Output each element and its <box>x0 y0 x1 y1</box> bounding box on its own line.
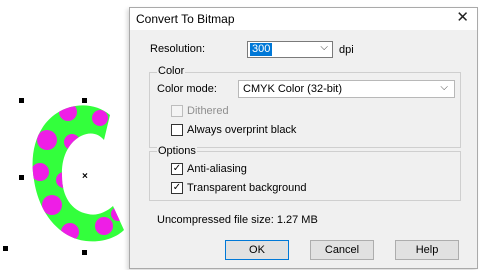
transparent-background-checkbox[interactable]: ✓ <box>171 182 183 194</box>
selection-handle-middle-left[interactable] <box>19 175 24 180</box>
color-mode-label: Color mode: <box>157 83 217 95</box>
resolution-unit: dpi <box>339 44 354 56</box>
selection-handle-bottom-center[interactable] <box>82 250 87 255</box>
cancel-button[interactable]: Cancel <box>310 240 374 260</box>
drawing-canvas[interactable]: × <box>0 0 130 270</box>
selection-handle-bottom-left[interactable] <box>3 246 8 251</box>
chevron-down-icon[interactable]: ⌵ <box>440 82 448 93</box>
color-group-title: Color <box>157 65 186 77</box>
letter-c-shape-icon[interactable] <box>0 0 130 270</box>
overprint-black-label: Always overprint black <box>187 124 297 136</box>
resolution-value[interactable]: 300 <box>250 43 273 56</box>
resolution-label: Resolution: <box>150 43 206 55</box>
file-size-text: Uncompressed file size: 1.27 MB <box>157 214 318 226</box>
dialog-titlebar: Convert To Bitmap ✕ <box>130 8 477 30</box>
color-mode-select[interactable]: CMYK Color (32-bit) ⌵ <box>238 80 455 98</box>
selection-handle-top-left[interactable] <box>19 98 24 103</box>
antialiasing-label: Anti-aliasing <box>187 163 247 175</box>
dithered-label: Dithered <box>187 105 229 117</box>
convert-to-bitmap-dialog: Convert To Bitmap ✕ Resolution: 300 ⌵ dp… <box>129 7 478 269</box>
resolution-combobox[interactable]: 300 ⌵ <box>247 41 333 58</box>
close-icon[interactable]: ✕ <box>456 10 469 26</box>
dithered-checkbox[interactable] <box>171 105 183 117</box>
chevron-down-icon[interactable]: ⌵ <box>320 42 328 53</box>
dialog-title: Convert To Bitmap <box>136 12 235 26</box>
antialiasing-checkbox[interactable]: ✓ <box>171 163 183 175</box>
transparent-background-label: Transparent background <box>187 182 307 194</box>
selection-handle-top-center[interactable] <box>82 98 87 103</box>
color-mode-value: CMYK Color (32-bit) <box>243 83 343 95</box>
help-button[interactable]: Help <box>395 240 459 260</box>
options-group-title: Options <box>157 145 197 157</box>
center-marker: × <box>82 171 88 182</box>
overprint-black-checkbox[interactable] <box>171 124 183 136</box>
ok-button[interactable]: OK <box>225 240 289 260</box>
